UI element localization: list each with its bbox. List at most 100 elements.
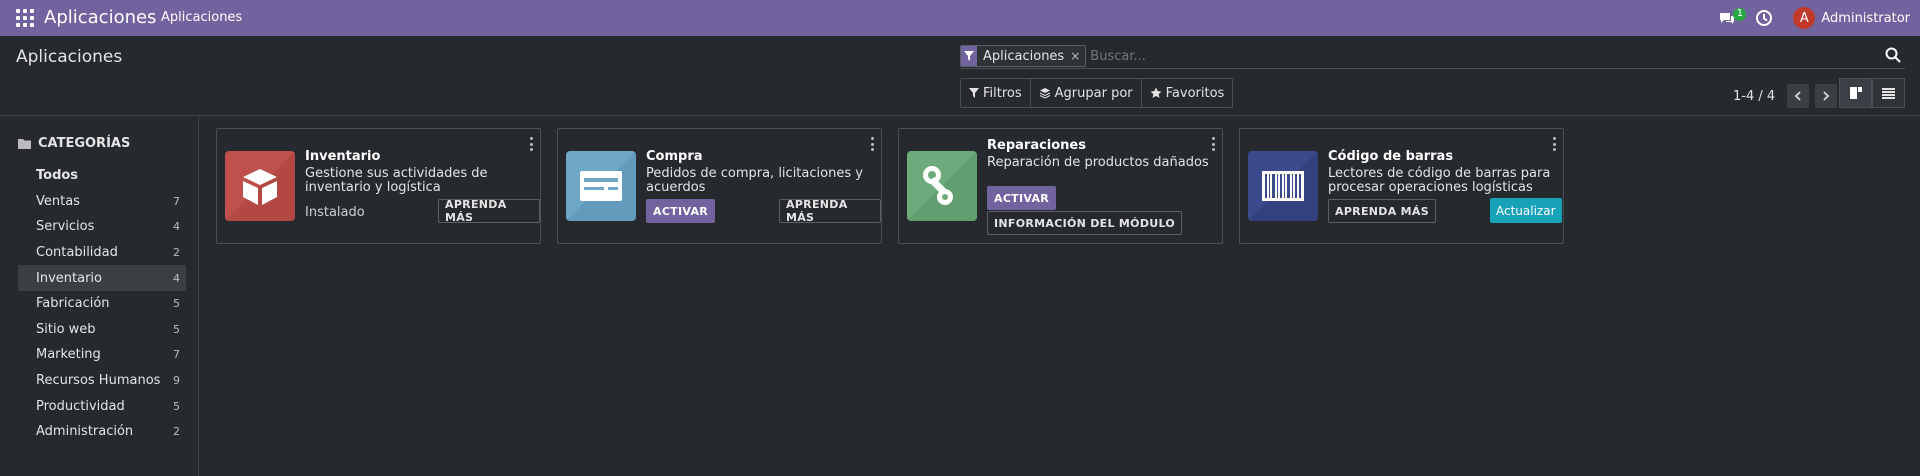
sidebar-item-contabilidad[interactable]: Contabilidad 2 bbox=[18, 240, 186, 266]
sidebar-item-label: Ventas bbox=[36, 193, 80, 209]
filters-label: Filtros bbox=[983, 85, 1022, 101]
sidebar-item-sitio-web[interactable]: Sitio web 5 bbox=[18, 317, 186, 343]
category-list: Todos Ventas 7 Servicios 4 Contabilidad … bbox=[18, 163, 186, 445]
sidebar-item-servicios[interactable]: Servicios 4 bbox=[18, 214, 186, 240]
sidebar-item-count: 5 bbox=[173, 399, 180, 413]
groupby-button[interactable]: Agrupar por bbox=[1031, 79, 1142, 107]
sidebar-item-recursos-humanos[interactable]: Recursos Humanos 9 bbox=[18, 368, 186, 394]
sidebar-item-count: 4 bbox=[173, 220, 180, 234]
sidebar-item-fabricacion[interactable]: Fabricación 5 bbox=[18, 291, 186, 317]
box-icon bbox=[225, 151, 295, 221]
app-card-compra[interactable]: Compra Pedidos de compra, licitaciones y… bbox=[557, 128, 882, 244]
sidebar-item-label: Administración bbox=[36, 424, 134, 440]
sidebar-item-label: Productividad bbox=[36, 398, 125, 414]
facet-label: Aplicaciones bbox=[983, 48, 1065, 64]
search-input[interactable] bbox=[1090, 48, 1851, 64]
search-options: Filtros Agrupar por Favoritos bbox=[960, 78, 1234, 108]
card-options-icon[interactable] bbox=[1212, 137, 1216, 151]
sidebar-item-label: Sitio web bbox=[36, 321, 96, 337]
kanban-view-button[interactable] bbox=[1839, 78, 1872, 108]
learn-more-button[interactable]: APRENDA MÁS bbox=[779, 198, 881, 224]
chevron-right-icon bbox=[1823, 91, 1830, 101]
sidebar-item-count: 7 bbox=[173, 194, 180, 208]
star-icon bbox=[1150, 87, 1162, 98]
sidebar-item-label: Recursos Humanos bbox=[36, 373, 161, 389]
kanban-icon bbox=[1849, 87, 1862, 99]
categories-header: CATEGORÍAS bbox=[18, 136, 130, 151]
card-title: Compra bbox=[646, 149, 703, 164]
filter-icon bbox=[969, 88, 979, 98]
card-options-icon[interactable] bbox=[871, 137, 875, 151]
pager-previous-button[interactable] bbox=[1787, 84, 1810, 108]
sidebar-item-count: 5 bbox=[173, 322, 180, 336]
pager: 1-4 / 4 bbox=[1733, 84, 1838, 108]
pager-next-button[interactable] bbox=[1815, 84, 1838, 108]
learn-more-button[interactable]: APRENDA MÁS bbox=[438, 198, 540, 224]
sidebar-item-count: 4 bbox=[173, 271, 180, 285]
sidebar-item-label: Fabricación bbox=[36, 296, 110, 312]
message-count-badge: 1 bbox=[1733, 8, 1747, 21]
pager-value[interactable]: 1-4 / 4 bbox=[1733, 89, 1775, 104]
list-view-button[interactable] bbox=[1872, 78, 1905, 108]
list-icon bbox=[1882, 87, 1895, 99]
sidebar-item-count: 5 bbox=[173, 297, 180, 311]
menu-link-aplicaciones[interactable]: Aplicaciones bbox=[161, 10, 242, 25]
messaging-icon[interactable]: 1 bbox=[1719, 8, 1747, 28]
activity-clock-icon[interactable] bbox=[1755, 9, 1773, 27]
avatar: A bbox=[1793, 7, 1816, 29]
card-title: Inventario bbox=[305, 149, 381, 164]
card-options-icon[interactable] bbox=[530, 137, 534, 151]
filters-button[interactable]: Filtros bbox=[961, 79, 1031, 107]
sidebar-item-label: Contabilidad bbox=[36, 245, 118, 261]
sidebar-item-count: 2 bbox=[173, 425, 180, 439]
app-card-inventario[interactable]: Inventario Gestione sus actividades de i… bbox=[216, 128, 541, 244]
control-panel: Aplicaciones Aplicaciones × Filtros Agru… bbox=[0, 36, 1920, 116]
update-button[interactable]: Actualizar bbox=[1490, 198, 1562, 223]
favorites-button[interactable]: Favoritos bbox=[1142, 79, 1233, 107]
card-description: Reparación de productos dañados bbox=[987, 155, 1209, 170]
sidebar-item-count: 7 bbox=[173, 348, 180, 362]
purchase-card-icon bbox=[566, 151, 636, 221]
activate-button[interactable]: ACTIVAR bbox=[646, 199, 716, 223]
app-card-codigo-de-barras[interactable]: Código de barras Lectores de código de b… bbox=[1239, 128, 1564, 244]
facet-remove-icon[interactable]: × bbox=[1068, 49, 1085, 63]
module-info-button[interactable]: INFORMACIÓN DEL MÓDULO bbox=[987, 211, 1183, 235]
installed-status: Instalado bbox=[305, 205, 365, 220]
search-bar: Aplicaciones × bbox=[960, 44, 1905, 69]
card-description: Pedidos de compra, licitaciones y acuerd… bbox=[646, 166, 863, 195]
sidebar-item-productividad[interactable]: Productividad 5 bbox=[18, 393, 186, 419]
page-title: Aplicaciones bbox=[16, 47, 123, 67]
search-facet: Aplicaciones × bbox=[960, 45, 1087, 67]
sidebar-item-label: Todos bbox=[36, 168, 79, 184]
category-sidebar: CATEGORÍAS Todos Ventas 7 Servicios 4 Co… bbox=[0, 116, 199, 476]
view-switcher bbox=[1839, 78, 1905, 108]
sidebar-item-label: Marketing bbox=[36, 347, 101, 363]
card-options-icon[interactable] bbox=[1553, 137, 1557, 151]
layers-icon bbox=[1039, 88, 1050, 99]
categories-header-label: CATEGORÍAS bbox=[38, 136, 131, 151]
learn-more-button[interactable]: APRENDA MÁS bbox=[1328, 199, 1436, 223]
groupby-label: Agrupar por bbox=[1054, 85, 1133, 101]
activate-button[interactable]: ACTIVAR bbox=[987, 186, 1057, 210]
card-title: Código de barras bbox=[1328, 149, 1454, 164]
user-name: Administrator bbox=[1821, 10, 1910, 26]
card-title: Reparaciones bbox=[987, 138, 1086, 153]
sidebar-item-count: 9 bbox=[173, 374, 180, 388]
wrench-gear-icon bbox=[907, 151, 977, 221]
sidebar-item-ventas[interactable]: Ventas 7 bbox=[18, 189, 186, 215]
sidebar-item-marketing[interactable]: Marketing 7 bbox=[18, 342, 186, 368]
search-icon[interactable] bbox=[1885, 47, 1903, 65]
chevron-left-icon bbox=[1794, 91, 1801, 101]
sidebar-item-label: Servicios bbox=[36, 219, 95, 235]
apps-menu-icon[interactable] bbox=[16, 9, 34, 27]
app-card-reparaciones[interactable]: Reparaciones Reparación de productos dañ… bbox=[898, 128, 1223, 244]
card-description: Gestione sus actividades de inventario y… bbox=[305, 166, 488, 195]
app-brand[interactable]: Aplicaciones bbox=[44, 7, 156, 28]
sidebar-item-label: Inventario bbox=[36, 270, 102, 286]
favorites-label: Favoritos bbox=[1165, 85, 1225, 101]
user-menu[interactable]: A Administrator bbox=[1793, 7, 1910, 29]
sidebar-item-administracion[interactable]: Administración 2 bbox=[18, 419, 186, 445]
sidebar-item-inventario[interactable]: Inventario 4 bbox=[18, 265, 186, 291]
top-navbar: Aplicaciones Aplicaciones 1 A Administra… bbox=[0, 0, 1920, 36]
sidebar-item-todos[interactable]: Todos bbox=[18, 163, 186, 189]
